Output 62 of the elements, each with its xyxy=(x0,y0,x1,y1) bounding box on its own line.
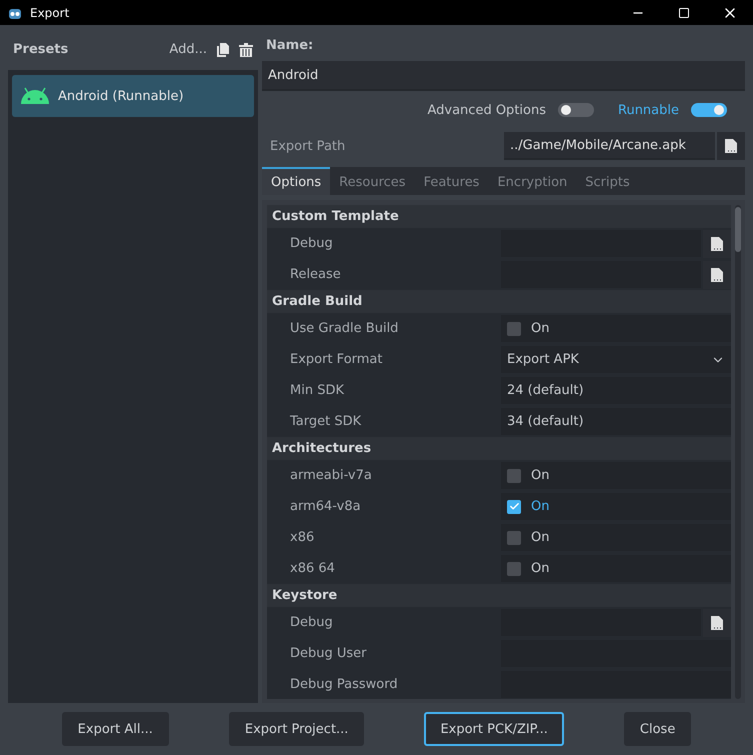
tab[interactable]: Encryption xyxy=(488,167,576,195)
browse-button[interactable] xyxy=(703,609,731,637)
checkbox-field[interactable]: On xyxy=(501,524,731,551)
property-label: x86 64 xyxy=(289,560,336,578)
property-label: Release xyxy=(289,266,342,284)
property-label: Debug Password xyxy=(289,676,399,694)
property-label: x86 xyxy=(289,529,316,547)
browse-button[interactable] xyxy=(703,261,731,289)
property-label: arm64-v8a xyxy=(289,498,362,516)
export-path-label: Export Path xyxy=(269,138,346,154)
dropdown[interactable]: Export APK xyxy=(501,346,731,373)
file-icon xyxy=(725,139,737,153)
dialog-button[interactable]: Close xyxy=(624,712,692,746)
property-label: Debug User xyxy=(289,645,368,663)
window-title: Export xyxy=(30,6,70,20)
section-header: Keystore xyxy=(267,584,731,607)
tab[interactable]: Resources xyxy=(330,167,415,195)
browse-button[interactable] xyxy=(717,132,745,160)
trash-icon[interactable] xyxy=(239,42,253,56)
checkbox-field[interactable]: On xyxy=(501,462,731,489)
file-icon xyxy=(711,268,723,282)
toggle-label: Advanced Options xyxy=(427,102,546,118)
input-field[interactable]: 34 (default) xyxy=(501,408,731,435)
checkbox-field[interactable]: On xyxy=(501,493,731,520)
checkbox-field[interactable]: On xyxy=(501,315,731,342)
name-field[interactable]: Android xyxy=(262,61,745,91)
browse-button[interactable] xyxy=(703,230,731,258)
property-label: Debug xyxy=(289,235,334,253)
property-label: Use Gradle Build xyxy=(289,320,400,338)
name-label: Name: xyxy=(265,36,314,54)
property-label: Target SDK xyxy=(289,413,362,431)
dialog-button[interactable]: Export All... xyxy=(62,712,169,746)
property-label: Debug xyxy=(289,614,334,632)
file-icon xyxy=(711,616,723,630)
section-header: Architectures xyxy=(267,437,731,460)
maximize-icon[interactable] xyxy=(678,6,690,18)
property-label: Export Format xyxy=(289,351,384,369)
toggle-switch[interactable] xyxy=(691,103,727,117)
tab[interactable]: Features xyxy=(414,167,488,195)
checkmark-icon xyxy=(508,501,520,512)
preset-item[interactable]: Android (Runnable) xyxy=(12,75,254,117)
checkbox-field[interactable]: On xyxy=(501,555,731,582)
input-field[interactable] xyxy=(501,640,731,667)
section-header: Gradle Build xyxy=(267,290,731,313)
input-field[interactable]: 24 (default) xyxy=(501,377,731,404)
duplicate-icon[interactable] xyxy=(217,42,229,56)
section-header: Custom Template xyxy=(267,205,731,228)
dialog-button[interactable]: Export PCK/ZIP... xyxy=(424,712,564,746)
tab[interactable]: Options xyxy=(262,167,330,195)
property-label: Min SDK xyxy=(289,382,345,400)
android-icon xyxy=(20,87,50,105)
export-path-field[interactable]: ../Game/Mobile/Arcane.apk xyxy=(504,132,715,160)
property-label: armeabi-v7a xyxy=(289,467,373,485)
toggle-switch[interactable] xyxy=(558,103,594,117)
add-button[interactable]: Add... xyxy=(169,42,207,57)
presets-title: Presets xyxy=(13,42,68,57)
file-icon xyxy=(711,237,723,251)
dialog-button[interactable]: Export Project... xyxy=(228,712,364,746)
scrollbar[interactable] xyxy=(735,205,741,699)
input-field[interactable] xyxy=(501,671,731,698)
toggle-label: Runnable xyxy=(618,102,679,118)
tab[interactable]: Scripts xyxy=(576,167,639,195)
